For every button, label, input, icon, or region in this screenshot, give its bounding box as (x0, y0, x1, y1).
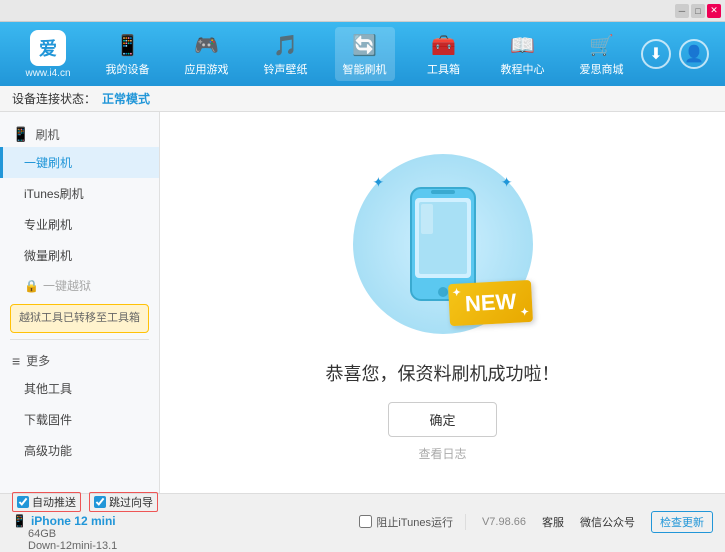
flash-section-label: 刷机 (35, 126, 59, 143)
support-link[interactable]: 客服 (542, 514, 564, 530)
title-bar: ─ □ ✕ (0, 0, 725, 22)
more-section-header: ≡ 更多 (0, 346, 159, 373)
stop-itunes: 阻止iTunes运行 (347, 514, 466, 530)
auto-push-checkbox[interactable]: 自动推送 (12, 492, 81, 512)
sidebar-one-click[interactable]: 一键刷机 (0, 147, 159, 178)
close-button[interactable]: ✕ (707, 4, 721, 18)
flash-section-header: 📱 刷机 (0, 120, 159, 147)
sparkle-1: ✦ (373, 174, 385, 191)
smart-flash-icon: 🔄 (351, 31, 379, 59)
skip-guide-input[interactable] (94, 496, 106, 508)
minimize-button[interactable]: ─ (675, 4, 689, 18)
main-area: 📱 刷机 一键刷机 iTunes刷机 专业刷机 微量刷机 🔒 一键越狱 越狱工具… (0, 112, 725, 493)
ringtone-icon: 🎵 (272, 31, 300, 59)
goto-log-link[interactable]: 查看日志 (418, 445, 466, 462)
nav-my-device[interactable]: 📱 我的设备 (98, 27, 158, 81)
stop-itunes-input[interactable] (359, 515, 372, 528)
device-name: iPhone 12 mini (31, 514, 116, 528)
top-nav: 爱 www.i4.cn 📱 我的设备 🎮 应用游戏 🎵 铃声壁纸 🔄 智能刷机 … (0, 22, 725, 86)
restore-button[interactable]: □ (691, 4, 705, 18)
sidebar-itunes-flash[interactable]: iTunes刷机 (0, 178, 159, 209)
auto-push-input[interactable] (17, 496, 29, 508)
checkbox-row: 自动推送 跳过向导 (12, 492, 172, 512)
hero-illustration: ✦ ✦ NEW (343, 144, 543, 344)
bottom-bar: 自动推送 跳过向导 📱 iPhone 12 mini 64GB Down-12m… (0, 493, 725, 549)
sidebar-download-fw[interactable]: 下载固件 (0, 404, 159, 435)
download-button[interactable]: ⬇ (641, 39, 671, 69)
ringtone-label: 铃声壁纸 (264, 61, 308, 77)
device-storage: 64GB (28, 528, 56, 540)
success-text: 恭喜您，保资料刷机成功啦！ (326, 360, 560, 386)
status-bar: 设备连接状态： 正常模式 (0, 86, 725, 112)
bottom-left: 自动推送 跳过向导 📱 iPhone 12 mini 64GB Down-12m… (12, 492, 172, 552)
skip-guide-checkbox[interactable]: 跳过向导 (89, 492, 158, 512)
tutorial-icon: 📖 (509, 31, 537, 59)
apps-games-icon: 🎮 (193, 31, 221, 59)
nav-ringtone[interactable]: 🎵 铃声壁纸 (256, 27, 316, 81)
sparkle-2: ✦ (501, 174, 513, 191)
wechat-link[interactable]: 微信公众号 (580, 514, 635, 530)
circle-background: ✦ ✦ NEW (353, 154, 533, 334)
store-label: 爱思商城 (580, 61, 624, 77)
flash-section-icon: 📱 (12, 126, 29, 143)
sidebar-other-tools[interactable]: 其他工具 (0, 373, 159, 404)
apps-games-label: 应用游戏 (185, 61, 229, 77)
content-area: ✦ ✦ NEW 恭喜您，保资料刷机成功啦！ 确定 (160, 112, 725, 493)
device-detail: 64GB (28, 528, 172, 540)
nav-right: ⬇ 👤 (641, 39, 717, 69)
phone-illustration: ✦ ✦ NEW (343, 144, 543, 344)
lock-icon: 🔒 (24, 279, 39, 293)
update-button[interactable]: 检查更新 (651, 511, 713, 533)
smart-flash-label: 智能刷机 (343, 61, 387, 77)
sidebar-advanced[interactable]: 高级功能 (0, 435, 159, 466)
toolbox-icon: 🧰 (430, 31, 458, 59)
more-section-icon: ≡ (12, 353, 20, 369)
logo: 爱 www.i4.cn (8, 30, 88, 79)
sidebar-micro-flash[interactable]: 微量刷机 (0, 240, 159, 271)
device-version: Down-12mini-13.1 (28, 540, 172, 552)
nav-smart-flash[interactable]: 🔄 智能刷机 (335, 27, 395, 81)
status-label: 设备连接状态： (12, 90, 96, 107)
logo-icon: 爱 (30, 30, 66, 66)
device-info: 📱 iPhone 12 mini (12, 514, 172, 528)
my-device-icon: 📱 (114, 31, 142, 59)
device-icon: 📱 (12, 514, 27, 528)
bottom-right: 阻止iTunes运行 V7.98.66 客服 微信公众号 检查更新 (172, 511, 713, 533)
user-button[interactable]: 👤 (679, 39, 709, 69)
my-device-label: 我的设备 (106, 61, 150, 77)
nav-toolbox[interactable]: 🧰 工具箱 (414, 27, 474, 81)
nav-tutorial[interactable]: 📖 教程中心 (493, 27, 553, 81)
sidebar-pro-flash[interactable]: 专业刷机 (0, 209, 159, 240)
tutorial-label: 教程中心 (501, 61, 545, 77)
confirm-button[interactable]: 确定 (388, 402, 496, 437)
toolbox-label: 工具箱 (427, 61, 460, 77)
status-value: 正常模式 (102, 90, 150, 107)
logo-text: www.i4.cn (25, 68, 70, 79)
version-text: V7.98.66 (482, 516, 526, 528)
store-icon: 🛒 (588, 31, 616, 59)
nav-apps-games[interactable]: 🎮 应用游戏 (177, 27, 237, 81)
sidebar-notice: 越狱工具已转移至工具箱 (10, 304, 149, 333)
new-badge: NEW (448, 279, 533, 325)
nav-items: 📱 我的设备 🎮 应用游戏 🎵 铃声壁纸 🔄 智能刷机 🧰 工具箱 📖 教程中心… (88, 27, 641, 81)
nav-store[interactable]: 🛒 爱思商城 (572, 27, 632, 81)
sidebar-jailbreak-disabled: 🔒 一键越狱 (0, 271, 159, 300)
sidebar-divider (10, 339, 149, 340)
sidebar: 📱 刷机 一键刷机 iTunes刷机 专业刷机 微量刷机 🔒 一键越狱 越狱工具… (0, 112, 160, 493)
